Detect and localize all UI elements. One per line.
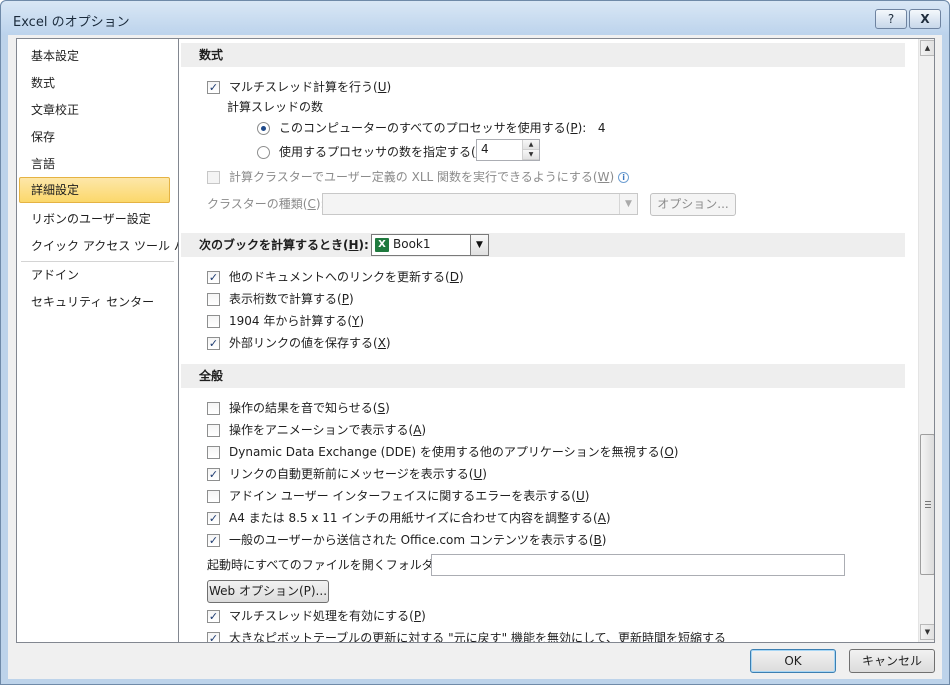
access-key: W: [597, 170, 610, 184]
sidebar-item-save[interactable]: 保存: [19, 124, 170, 150]
scroll-up-icon[interactable]: ▲: [920, 40, 934, 56]
dialog-body: 基本設定 数式 文章校正 保存 言語 詳細設定 リボンのユーザー設定 クイック …: [8, 35, 942, 679]
cluster-type-dropdown: ▼: [322, 193, 638, 215]
date-1904-checkbox[interactable]: [207, 315, 220, 328]
access-key: U: [473, 467, 483, 481]
chevron-down-icon[interactable]: ▼: [470, 235, 488, 255]
ask-update-links-checkbox[interactable]: ✓: [207, 468, 220, 481]
excel-workbook-icon: X: [375, 238, 389, 252]
spin-down-icon[interactable]: ▼: [523, 150, 539, 160]
access-key: S: [377, 401, 386, 415]
grip-icon: [925, 501, 931, 508]
workbook-name: Book1: [393, 237, 431, 251]
access-key: X: [377, 336, 386, 350]
settings-panel: 数式 ✓ マルチスレッド計算を行う(U) 計算スレッドの数 このコンピューターの…: [178, 38, 935, 643]
processor-count-spinner[interactable]: 4 ▲ ▼: [476, 139, 540, 161]
vertical-scrollbar[interactable]: ▲ ▼: [918, 39, 934, 642]
access-key: P: [570, 121, 578, 135]
multithread-calc-checkbox[interactable]: ✓: [207, 81, 220, 94]
multithread-processing-checkbox[interactable]: ✓: [207, 610, 220, 623]
sidebar-item-formulas[interactable]: 数式: [19, 70, 170, 96]
title-bar: Excel のオプション ? X: [1, 1, 949, 35]
help-button[interactable]: ?: [875, 9, 907, 29]
spin-up-icon[interactable]: ▲: [523, 140, 539, 150]
workbook-dropdown[interactable]: X Book1 ▼: [371, 234, 489, 256]
animation-feedback-checkbox[interactable]: [207, 424, 220, 437]
access-key: U: [576, 489, 585, 503]
cluster-options-button: オプション...: [650, 193, 736, 216]
access-key: A: [413, 423, 422, 437]
access-key: D: [449, 270, 459, 284]
startup-folder-input[interactable]: [431, 554, 845, 576]
access-key: H: [348, 238, 359, 252]
scrollbar-thumb[interactable]: [920, 434, 934, 575]
info-icon[interactable]: i: [618, 172, 630, 183]
window-title: Excel のオプション: [13, 15, 130, 30]
sidebar-item-language[interactable]: 言語: [19, 151, 170, 177]
access-key: U: [377, 80, 387, 94]
access-key: O: [664, 445, 674, 459]
scroll-down-icon[interactable]: ▼: [920, 624, 934, 640]
sidebar-item-advanced[interactable]: 詳細設定: [19, 177, 170, 203]
precision-as-displayed-checkbox[interactable]: [207, 293, 220, 306]
section-header-book-calc: 次のブックを計算するとき(H):: [181, 233, 905, 257]
manual-processor-label: 使用するプロセッサの数を指定する(: [279, 145, 476, 159]
scale-paper-size-checkbox[interactable]: ✓: [207, 512, 220, 525]
startup-folder-label: 起動時にすべてのファイルを開くフォルダー(L):: [207, 555, 466, 575]
close-button[interactable]: X: [909, 9, 941, 29]
addin-ui-errors-checkbox[interactable]: [207, 490, 220, 503]
ignore-dde-checkbox[interactable]: [207, 446, 220, 459]
web-options-button[interactable]: Web オプション(P)...: [207, 580, 329, 603]
cluster-type-label: クラスターの種類(C):: [207, 197, 325, 211]
section-header-general: 全般: [181, 364, 905, 388]
sidebar-item-trust-center[interactable]: セキュリティ センター: [19, 289, 170, 315]
use-all-processors-label: このコンピューターのすべてのプロセッサを使用する(: [279, 121, 571, 135]
sidebar-item-customize-ribbon[interactable]: リボンのユーザー設定: [19, 206, 170, 232]
sound-feedback-checkbox[interactable]: [207, 402, 220, 415]
ok-button[interactable]: OK: [750, 649, 836, 673]
processor-count-value[interactable]: 4: [481, 142, 489, 156]
access-key: B: [593, 533, 602, 547]
sidebar-item-general[interactable]: 基本設定: [19, 43, 170, 69]
access-key: P: [341, 292, 349, 306]
cancel-button[interactable]: キャンセル: [849, 649, 935, 673]
chevron-down-icon: ▼: [619, 194, 637, 214]
save-external-links-checkbox[interactable]: ✓: [207, 337, 220, 350]
sidebar-item-proofing[interactable]: 文章校正: [19, 97, 170, 123]
sidebar-item-quick-access-toolbar[interactable]: クイック アクセス ツール バー: [19, 233, 198, 259]
category-sidebar: 基本設定 数式 文章校正 保存 言語 詳細設定 リボンのユーザー設定 クイック …: [16, 38, 198, 643]
processor-count: 4: [597, 121, 606, 135]
section-header-formulas: 数式: [181, 43, 905, 67]
thread-count-label: 計算スレッドの数: [227, 100, 324, 114]
access-key: C: [307, 197, 316, 211]
manual-processor-radio[interactable]: [257, 146, 270, 159]
access-key: Y: [352, 314, 360, 328]
update-links-checkbox[interactable]: ✓: [207, 271, 220, 284]
cluster-xll-checkbox: [207, 171, 220, 184]
multithread-calc-label: マルチスレッド計算を行う(: [229, 80, 378, 94]
office-com-content-checkbox[interactable]: ✓: [207, 534, 220, 547]
sidebar-item-addins[interactable]: アドイン: [19, 262, 170, 288]
access-key: P: [413, 609, 422, 623]
excel-options-window: Excel のオプション ? X 基本設定 数式 文章校正 保存 言語 詳細設定…: [0, 0, 950, 685]
disable-pivot-undo-label: 大きなピボットテーブルの更新に対する "元に戻す" 機能を無効にして、更新時間を…: [229, 631, 726, 643]
disable-pivot-undo-checkbox[interactable]: ✓: [207, 632, 220, 642]
access-key: A: [597, 511, 606, 525]
use-all-processors-radio[interactable]: [257, 122, 270, 135]
cluster-xll-label: 計算クラスターでユーザー定義の XLL 関数を実行できるようにする(: [229, 170, 598, 184]
